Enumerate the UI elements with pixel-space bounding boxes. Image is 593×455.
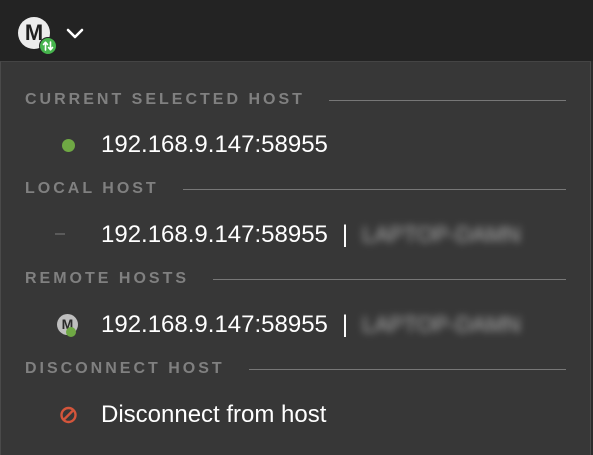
remote-host-row[interactable]: M 192.168.9.147:58955 | LAPTOP-DAMN <box>51 305 568 345</box>
local-host-row[interactable]: 192.168.9.147:58955 | LAPTOP-DAMN <box>51 215 568 255</box>
local-machine-name: LAPTOP-DAMN <box>362 222 521 247</box>
section-title: REMOTE HOSTS <box>25 270 190 287</box>
separator: | <box>341 221 349 248</box>
current-host-row[interactable]: 192.168.9.147:58955 <box>51 125 568 165</box>
status-dot-icon <box>51 133 87 157</box>
section-divider <box>213 278 566 280</box>
disconnect-label: Disconnect from host <box>101 401 327 428</box>
section-header-current-host: CURRENT SELECTED HOST <box>25 90 566 110</box>
section-divider <box>328 99 566 101</box>
top-toolbar: M <box>0 0 593 61</box>
disconnect-button[interactable]: Disconnect from host <box>51 395 568 435</box>
section-title: LOCAL HOST <box>25 180 159 197</box>
remote-machine-name: LAPTOP-DAMN <box>362 312 521 337</box>
section-title: DISCONNECT HOST <box>25 360 225 377</box>
disconnect-icon <box>51 403 87 427</box>
section-header-disconnect-host: DISCONNECT HOST <box>25 359 566 379</box>
local-host-address: 192.168.9.147:58955 <box>101 221 328 248</box>
sync-arrows-icon <box>39 37 57 55</box>
chevron-down-icon <box>66 27 84 45</box>
host-menu-toggle[interactable]: M <box>16 15 96 55</box>
section-header-remote-hosts: REMOTE HOSTS <box>25 269 566 289</box>
local-host-icon <box>51 223 87 247</box>
remote-host-address: 192.168.9.147:58955 <box>101 311 328 338</box>
separator: | <box>341 311 349 338</box>
section-title: CURRENT SELECTED HOST <box>25 91 305 108</box>
current-host-address: 192.168.9.147:58955 <box>101 131 328 158</box>
section-divider <box>248 368 566 370</box>
host-dropdown-panel: CURRENT SELECTED HOST 192.168.9.147:5895… <box>0 61 591 455</box>
remote-host-icon: M <box>51 313 87 337</box>
section-header-local-host: LOCAL HOST <box>25 179 566 199</box>
section-divider <box>182 188 566 190</box>
